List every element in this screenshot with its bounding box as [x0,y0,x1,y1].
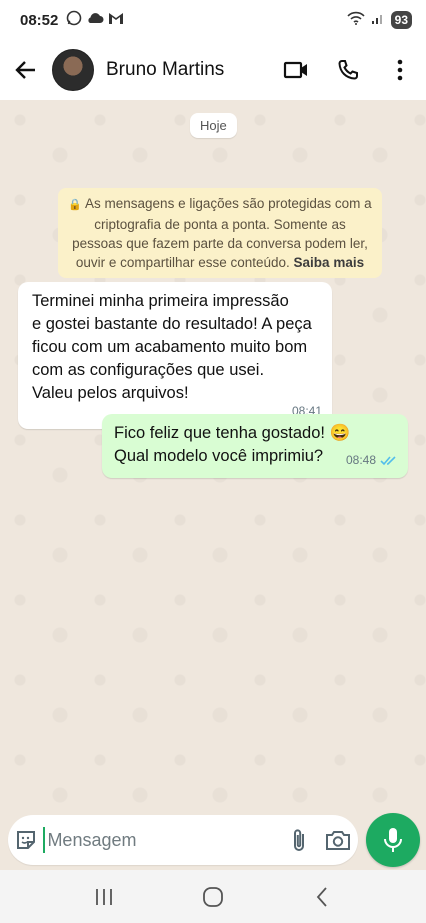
video-call-button[interactable] [270,40,322,100]
wifi-icon [347,11,365,29]
camera-icon [325,831,350,850]
message-line: Valeu pelos arquivos! [32,384,189,402]
whatsapp-icon [66,10,82,30]
message-outgoing[interactable]: Fico feliz que tenha gostado! 😄 Qual mod… [102,414,408,478]
camera-button[interactable] [318,815,358,865]
back-button[interactable] [0,40,52,100]
message-line: Fico feliz que tenha gostado! 😄 [114,424,351,442]
more-options-icon [397,59,403,81]
encryption-notice[interactable]: 🔒 As mensagens e ligações são protegidas… [58,188,382,278]
avatar[interactable] [52,49,94,91]
home-button[interactable] [183,870,243,923]
contact-name[interactable]: Bruno Martins [106,59,224,81]
sticker-button[interactable] [8,815,43,865]
video-call-icon [283,61,307,79]
home-icon [203,886,223,907]
message-line: Terminei minha primeira impressão [32,292,289,310]
recents-button[interactable] [74,870,134,923]
back-nav-button[interactable] [292,870,352,923]
mic-button[interactable] [366,813,420,867]
read-receipt-icon [380,456,396,466]
composer-pill [8,815,358,865]
recents-icon [96,888,113,905]
message-line: e gostei bastante do resultado! A peça [32,315,312,333]
message-line: ficou com um acabamento muito bom [32,338,308,356]
chevron-left-icon [316,886,327,907]
status-time: 08:52 [20,11,59,29]
arrow-left-icon [15,61,35,79]
message-line: com as configurações que usei. [32,361,265,379]
battery-icon: 93 [390,11,412,29]
signal-icon [371,11,385,29]
system-nav-bar [0,870,426,923]
learn-more-link[interactable]: Saiba mais [294,255,365,270]
date-chip: Hoje [190,113,237,138]
chat-area[interactable]: Hoje 🔒 As mensagens e ligações são prote… [0,100,426,810]
mic-icon [384,828,402,852]
lock-icon: 🔒 [68,199,82,211]
voice-call-button[interactable] [322,40,374,100]
gmail-icon [108,11,124,29]
attach-button[interactable] [279,815,318,865]
paperclip-icon [293,829,304,851]
sticker-icon [16,831,35,849]
voice-call-icon [338,60,358,80]
status-bar: 08:52 93 [0,0,426,40]
message-input[interactable] [43,827,280,853]
composer [0,810,426,870]
cloud-icon [86,11,104,29]
message-incoming[interactable]: Terminei minha primeira impressão e gost… [18,282,332,429]
message-time: 08:48 [345,453,376,467]
more-options-button[interactable] [374,40,426,100]
chat-header: Bruno Martins [0,40,426,100]
